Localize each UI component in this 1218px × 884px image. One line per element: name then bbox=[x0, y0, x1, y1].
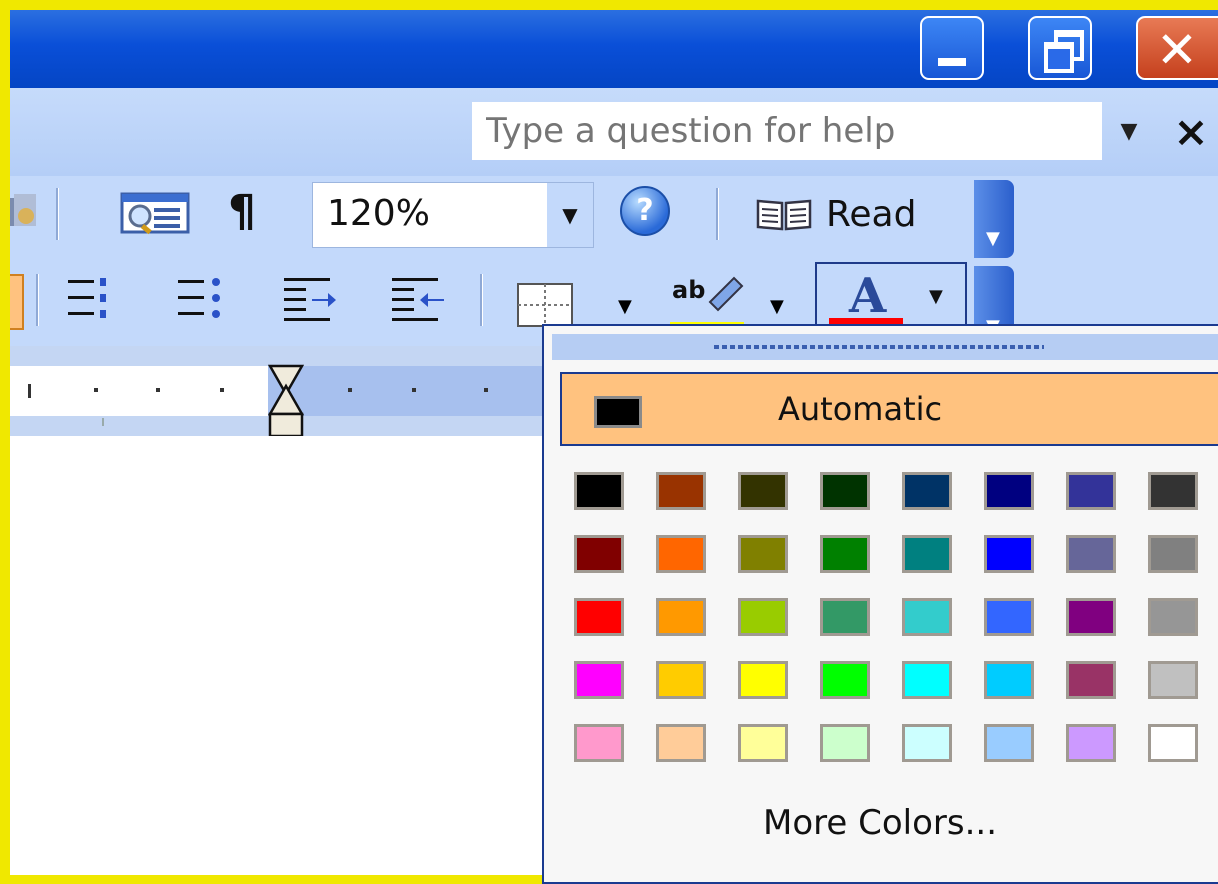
color-swatch[interactable] bbox=[738, 535, 788, 573]
help-dropdown-button[interactable]: ▼ bbox=[1102, 102, 1156, 160]
color-swatch[interactable] bbox=[820, 535, 870, 573]
automatic-color-button[interactable]: Automatic bbox=[560, 372, 1218, 446]
color-swatch[interactable] bbox=[902, 472, 952, 510]
color-swatch[interactable] bbox=[1066, 598, 1116, 636]
color-swatch[interactable] bbox=[574, 598, 624, 636]
title-bar: ✕ bbox=[10, 10, 1218, 88]
svg-text:A: A bbox=[848, 270, 887, 324]
color-swatch[interactable] bbox=[656, 724, 706, 762]
show-hide-formatting-button[interactable]: ¶ bbox=[228, 186, 256, 237]
color-swatch[interactable] bbox=[574, 661, 624, 699]
color-swatch[interactable] bbox=[902, 661, 952, 699]
toolbar-separator bbox=[36, 274, 39, 326]
close-icon: ✕ bbox=[1156, 21, 1198, 79]
color-swatch[interactable] bbox=[1148, 661, 1198, 699]
color-swatch[interactable] bbox=[984, 598, 1034, 636]
borders-dropdown-button[interactable]: ▼ bbox=[618, 296, 632, 317]
color-swatch[interactable] bbox=[738, 724, 788, 762]
increase-indent-icon[interactable] bbox=[392, 274, 444, 326]
question-mark-icon: ? bbox=[636, 193, 654, 228]
color-swatch[interactable] bbox=[1148, 535, 1198, 573]
read-label: Read bbox=[826, 193, 917, 235]
toolbar-options-button[interactable]: ▼ bbox=[974, 180, 1014, 258]
help-button[interactable]: ? bbox=[620, 186, 670, 236]
standard-toolbar: ¶ 120% ▼ ? Read ▼ bbox=[10, 176, 1218, 260]
font-color-dropdown-arrow-icon[interactable]: ▼ bbox=[929, 286, 943, 307]
color-swatch[interactable] bbox=[574, 535, 624, 573]
research-icon[interactable] bbox=[10, 190, 40, 238]
color-swatch[interactable] bbox=[820, 724, 870, 762]
color-swatch[interactable] bbox=[656, 472, 706, 510]
color-swatch[interactable] bbox=[820, 472, 870, 510]
zoom-dropdown-button[interactable]: ▼ bbox=[547, 183, 593, 247]
bullets-icon[interactable] bbox=[178, 276, 224, 324]
numbering-icon[interactable] bbox=[68, 276, 114, 324]
read-button[interactable]: Read bbox=[756, 184, 916, 244]
font-color-icon: A bbox=[829, 270, 903, 328]
toolbar-separator bbox=[56, 188, 59, 240]
highlight-dropdown-button[interactable]: ▼ bbox=[770, 296, 784, 317]
more-colors-button[interactable]: More Colors... bbox=[560, 788, 1200, 858]
color-swatch[interactable] bbox=[1066, 661, 1116, 699]
color-swatch[interactable] bbox=[820, 598, 870, 636]
font-color-menu: Automatic More Colors... bbox=[542, 324, 1218, 884]
previous-button-edge[interactable] bbox=[10, 274, 24, 330]
color-swatch[interactable] bbox=[1066, 535, 1116, 573]
color-swatch[interactable] bbox=[820, 661, 870, 699]
svg-text:ab: ab bbox=[672, 276, 705, 304]
zoom-combobox[interactable]: 120% ▼ bbox=[312, 182, 594, 248]
book-icon bbox=[756, 199, 812, 231]
color-swatch[interactable] bbox=[984, 661, 1034, 699]
color-swatch[interactable] bbox=[574, 472, 624, 510]
color-swatch[interactable] bbox=[656, 535, 706, 573]
color-swatch[interactable] bbox=[984, 724, 1034, 762]
color-swatch[interactable] bbox=[738, 661, 788, 699]
color-swatch[interactable] bbox=[738, 472, 788, 510]
close-document-button[interactable]: × bbox=[1168, 102, 1214, 160]
color-swatch[interactable] bbox=[1066, 724, 1116, 762]
indent-marker-icon[interactable] bbox=[267, 364, 305, 442]
minimize-button[interactable] bbox=[920, 16, 984, 80]
decrease-indent-icon[interactable] bbox=[284, 274, 336, 326]
color-swatch[interactable] bbox=[574, 724, 624, 762]
color-swatch[interactable] bbox=[902, 598, 952, 636]
help-question-input[interactable] bbox=[472, 102, 1102, 160]
color-swatch[interactable] bbox=[1148, 598, 1198, 636]
automatic-swatch bbox=[594, 396, 642, 428]
menu-drag-handle[interactable] bbox=[552, 334, 1218, 360]
zoom-value[interactable]: 120% bbox=[327, 193, 430, 234]
color-swatch[interactable] bbox=[984, 472, 1034, 510]
automatic-label: Automatic bbox=[778, 390, 943, 428]
toolbar-separator bbox=[480, 274, 483, 326]
color-swatch[interactable] bbox=[984, 535, 1034, 573]
menu-bar: ▼ × bbox=[10, 88, 1218, 176]
color-swatch[interactable] bbox=[656, 661, 706, 699]
document-map-icon[interactable] bbox=[120, 188, 192, 242]
minimize-icon bbox=[938, 58, 966, 66]
dropdown-arrow-icon: ▼ bbox=[1120, 118, 1138, 144]
color-swatch[interactable] bbox=[1066, 472, 1116, 510]
close-window-button[interactable]: ✕ bbox=[1136, 16, 1218, 80]
color-swatch[interactable] bbox=[656, 598, 706, 636]
restore-button[interactable] bbox=[1028, 16, 1092, 80]
dropdown-arrow-icon: ▼ bbox=[562, 203, 578, 227]
color-swatch[interactable] bbox=[1148, 472, 1198, 510]
toolbar-separator bbox=[716, 188, 719, 240]
chevron-down-icon: ▼ bbox=[986, 228, 1000, 249]
color-swatch[interactable] bbox=[1148, 724, 1198, 762]
color-swatch[interactable] bbox=[902, 724, 952, 762]
color-swatch[interactable] bbox=[902, 535, 952, 573]
color-swatch[interactable] bbox=[738, 598, 788, 636]
